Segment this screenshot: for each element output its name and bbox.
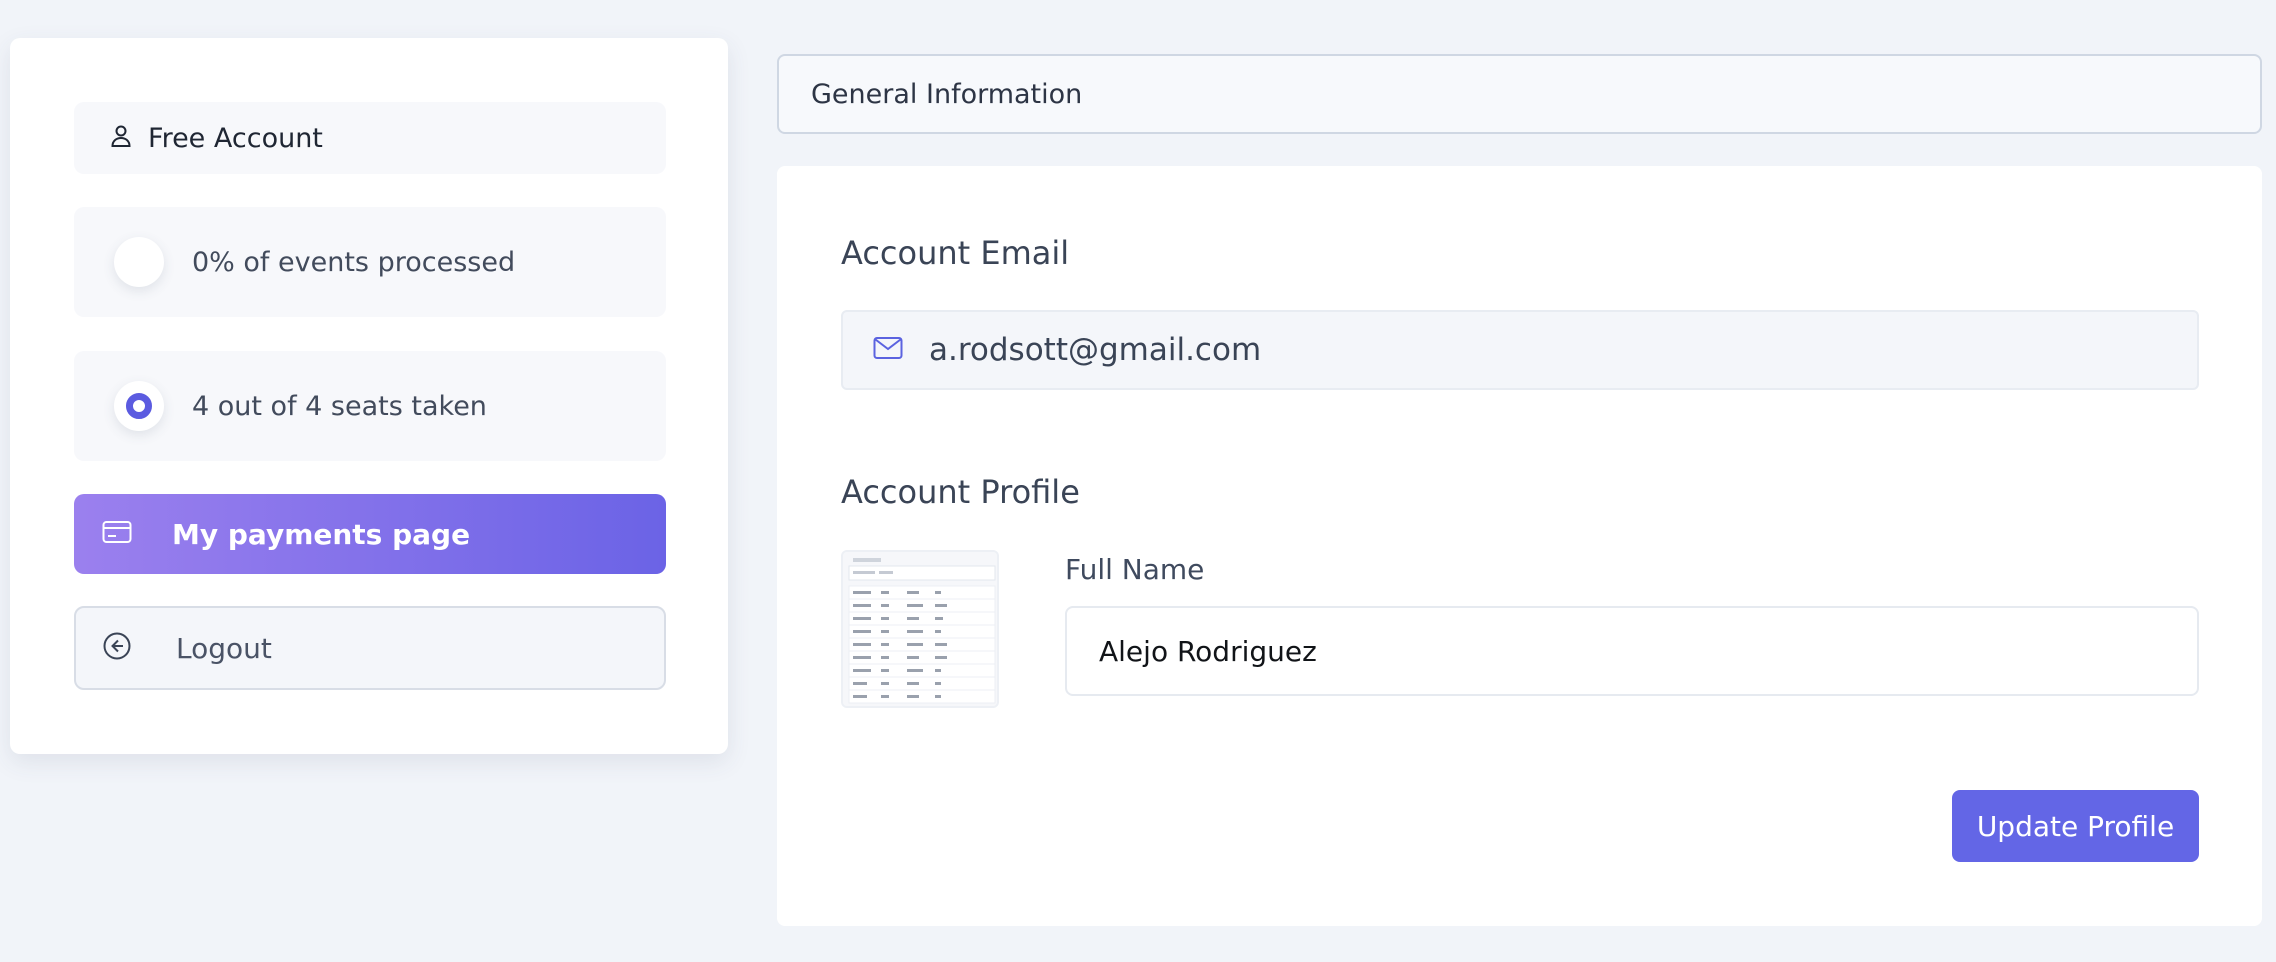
arrow-left-circle-icon	[102, 631, 132, 665]
update-profile-button[interactable]: Update Profile	[1952, 790, 2199, 862]
seats-stat: 4 out of 4 seats taken	[192, 390, 487, 422]
credit-card-icon	[102, 520, 132, 548]
envelope-icon	[873, 336, 903, 364]
full-name-input[interactable]	[1065, 606, 2199, 696]
seats-radio	[114, 381, 164, 431]
payments-page-button[interactable]: My payments page	[74, 494, 666, 574]
account-email-value: a.rodsott@gmail.com	[929, 332, 1262, 368]
user-icon	[110, 124, 132, 152]
logout-label: Logout	[176, 631, 272, 665]
tab-general-information[interactable]: General Information	[777, 54, 2262, 134]
payments-label: My payments page	[172, 517, 471, 551]
events-stat: 0% of events processed	[192, 246, 516, 278]
events-processed-item: 0% of events processed	[74, 207, 666, 317]
plan-label: Free Account	[148, 122, 323, 154]
plan-badge: Free Account	[74, 102, 666, 174]
account-profile-title: Account Profile	[841, 473, 1080, 511]
events-radio	[114, 237, 164, 287]
account-settings-panel: Account Email a.rodsott@gmail.com Accoun…	[777, 166, 2262, 926]
account-sidebar: Free Account 0% of events processed 4 ou…	[10, 38, 728, 754]
account-email-title: Account Email	[841, 234, 1070, 272]
seats-radio-dot	[126, 393, 152, 419]
account-email-field: a.rodsott@gmail.com	[841, 310, 2199, 390]
logout-button[interactable]: Logout	[74, 606, 666, 690]
tab-general-information-label: General Information	[811, 78, 1083, 110]
full-name-label: Full Name	[1065, 553, 1205, 586]
profile-thumbnail[interactable]	[841, 550, 999, 708]
seats-taken-item: 4 out of 4 seats taken	[74, 351, 666, 461]
